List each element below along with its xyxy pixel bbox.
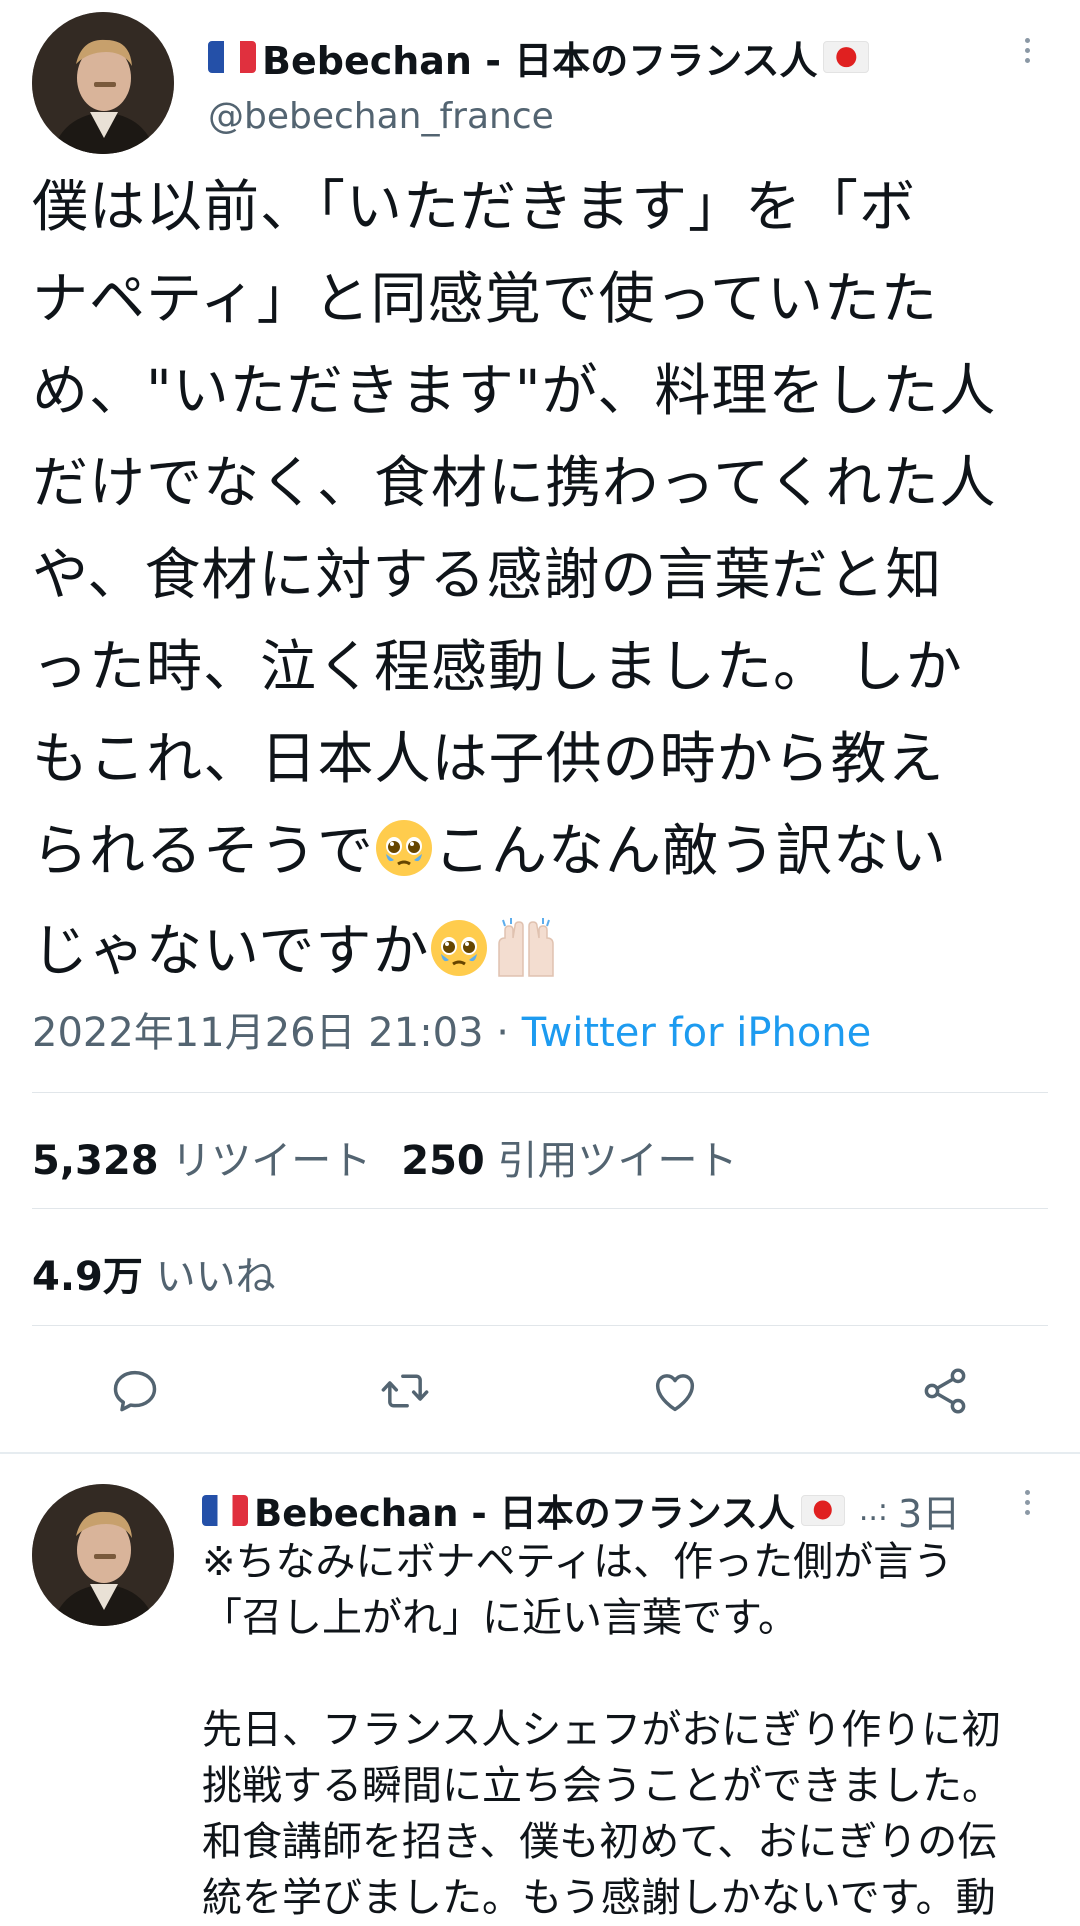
reply-text-line: 和食講師を招き、僕も初めて、おにぎりの伝 — [202, 1819, 998, 1865]
more-vertical-icon[interactable] — [1022, 1490, 1032, 1515]
tweet-text-line: め、"いただきます"が、料理をした人 — [32, 359, 997, 424]
flag-france-icon — [202, 1494, 248, 1526]
section-divider — [0, 1452, 1080, 1454]
display-name: Bebechan - 日本のフランス人 — [254, 1492, 795, 1535]
tweet-source-link[interactable]: Twitter for iPhone — [522, 1010, 872, 1056]
name-truncation: ..: — [858, 1492, 889, 1528]
tweet-text-line: もこれ、日本人は子供の時から教え — [32, 727, 945, 792]
tweet-meta: 2022年11月26日 21:03 · Twitter for iPhone — [32, 1000, 871, 1058]
tweet-text-fragment: じゃないですか — [32, 919, 430, 984]
quote-count: 250 — [401, 1138, 485, 1184]
share-icon — [924, 1368, 966, 1414]
user-handle[interactable]: @bebechan_france — [208, 96, 554, 137]
like-count: 4.9万 — [32, 1254, 143, 1300]
tweet-text: 僕は以前、「いただきます」を「ボ ナペティ」と同感覚で使っていたた め、"いただ… — [32, 162, 1052, 1006]
avatar[interactable] — [32, 12, 174, 154]
tweet-text-line: ナペティ」と同感覚で使っていたた — [32, 267, 938, 332]
tweet-timestamp[interactable]: 2022年11月26日 21:03 — [32, 1010, 484, 1056]
reply-text-line: 「召し上がれ」に近い言葉です。 — [202, 1595, 798, 1641]
flag-france-icon — [208, 41, 256, 73]
reply-icon — [113, 1370, 157, 1412]
retweet-label: リツイート — [171, 1138, 372, 1184]
meta-separator: · — [483, 1010, 522, 1056]
avatar[interactable] — [32, 1484, 174, 1626]
retweet-count: 5,328 — [32, 1138, 159, 1184]
pleading-face-emoji — [374, 814, 434, 906]
reply-text-line: 統を学びました。もう感謝しかないです。動 — [202, 1875, 996, 1921]
divider — [32, 1325, 1048, 1326]
tweet-text-line: や、食材に対する感謝の言葉だと知 — [32, 543, 943, 608]
reply-text-line: 先日、フランス人シェフがおにぎり作りに初 — [202, 1707, 1002, 1753]
reply-button[interactable] — [102, 1358, 168, 1424]
tweet-text-line: った時、泣く程感動しました。 しか — [32, 635, 963, 700]
reply-time-ago[interactable]: 3日 — [898, 1483, 960, 1538]
divider — [32, 1092, 1048, 1093]
action-bar — [0, 1358, 1080, 1424]
stats-row-retweets: 5,328 リツイート 250 引用ツイート — [32, 1128, 737, 1186]
display-name: Bebechan - 日本のフランス人 — [262, 38, 818, 83]
quote-label: 引用ツイート — [497, 1138, 738, 1184]
reply-text-line — [202, 1646, 1062, 1702]
reply-text-line: ※ちなみにボナペティは、作った側が言う — [202, 1539, 954, 1585]
heart-icon — [655, 1374, 695, 1412]
tweet-text-line: 僕は以前、「いただきます」を「ボ — [32, 175, 916, 240]
tweet-text-fragment: られるそうで — [32, 819, 374, 884]
more-vertical-icon[interactable] — [1022, 38, 1032, 63]
pleading-face-emoji — [429, 914, 489, 1006]
reply-text-line: 挑戦する瞬間に立ち会うことができました。 — [202, 1763, 1002, 1809]
divider — [32, 1208, 1048, 1209]
retweet-icon — [381, 1374, 429, 1408]
tweet-text-line: じゃないですか — [32, 906, 1052, 1006]
tweet-text-line: られるそうで こんなん敵う訳ない — [32, 806, 1052, 906]
tweet-text-line: だけでなく、食材に携わってくれた人 — [32, 451, 997, 516]
tweet-text-fragment: こんなん敵う訳ない — [434, 819, 947, 884]
reply-text: ※ちなみにボナペティは、作った側が言う 「召し上がれ」に近い言葉です。 先日、フ… — [202, 1534, 1062, 1926]
display-name-row[interactable]: Bebechan - 日本のフランス人 — [208, 30, 870, 84]
like-button[interactable] — [642, 1358, 708, 1424]
raising-hands-emoji — [493, 914, 559, 1006]
display-name-row[interactable]: Bebechan - 日本のフランス人 ..: 3日 — [202, 1484, 960, 1536]
like-stat[interactable]: 4.9万 いいね — [32, 1254, 276, 1300]
share-button[interactable] — [912, 1358, 978, 1424]
like-label: いいね — [155, 1254, 276, 1300]
retweet-button[interactable] — [372, 1358, 438, 1424]
flag-japan-icon — [823, 41, 870, 73]
flag-japan-icon — [800, 1494, 845, 1526]
retweet-stat[interactable]: 5,328 リツイート — [32, 1138, 371, 1184]
stats-row-likes: 4.9万 いいね — [32, 1244, 276, 1302]
quote-stat[interactable]: 250 引用ツイート — [401, 1138, 737, 1184]
